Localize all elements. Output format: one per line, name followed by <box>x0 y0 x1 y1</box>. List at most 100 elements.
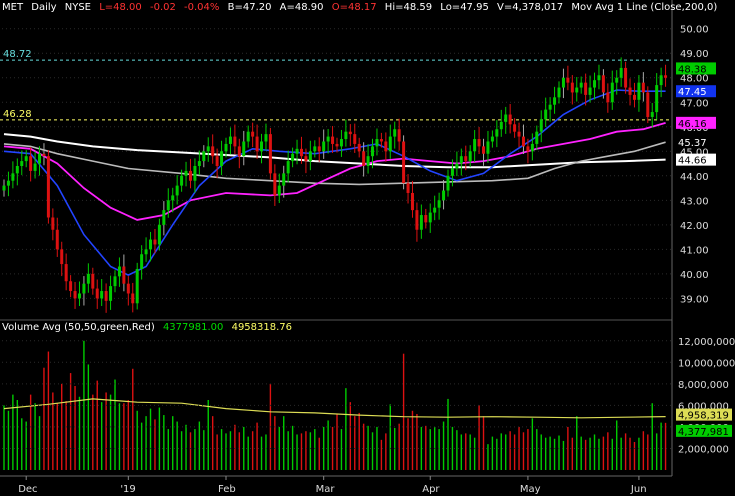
candle-body[interactable] <box>135 268 139 304</box>
candle[interactable] <box>650 102 654 128</box>
candle-body[interactable] <box>610 82 614 103</box>
candle-body[interactable] <box>82 283 86 294</box>
candle-body[interactable] <box>419 215 423 230</box>
candle-body[interactable] <box>459 156 463 164</box>
candle[interactable] <box>282 165 286 198</box>
candle-body[interactable] <box>619 67 623 78</box>
candle[interactable] <box>384 132 388 162</box>
candle[interactable] <box>228 127 232 155</box>
candle[interactable] <box>339 129 343 157</box>
candle[interactable] <box>64 253 68 291</box>
candle-body[interactable] <box>530 143 534 152</box>
candle-body[interactable] <box>73 291 77 299</box>
candle[interactable] <box>446 169 450 197</box>
candle[interactable] <box>539 110 543 143</box>
candle[interactable] <box>628 78 632 106</box>
candle-body[interactable] <box>260 141 264 152</box>
candle[interactable] <box>157 218 161 251</box>
candle-body[interactable] <box>521 136 525 147</box>
candle-body[interactable] <box>624 67 628 88</box>
candle-body[interactable] <box>153 239 157 245</box>
candle[interactable] <box>499 109 503 137</box>
candle-body[interactable] <box>140 254 144 269</box>
candle-body[interactable] <box>566 77 570 83</box>
candle-body[interactable] <box>11 173 15 181</box>
candle[interactable] <box>637 75 641 112</box>
candle[interactable] <box>11 161 15 189</box>
candle-body[interactable] <box>402 141 406 184</box>
candle[interactable] <box>588 75 592 103</box>
candle-body[interactable] <box>24 156 28 162</box>
candle-body[interactable] <box>557 87 561 98</box>
candle-body[interactable] <box>366 156 370 166</box>
candle-body[interactable] <box>561 77 565 88</box>
candle[interactable] <box>60 241 64 277</box>
candle-body[interactable] <box>579 82 583 88</box>
candle[interactable] <box>477 127 481 154</box>
candle[interactable] <box>69 275 73 298</box>
candle-body[interactable] <box>597 75 601 81</box>
candle[interactable] <box>641 72 645 102</box>
candle[interactable] <box>530 133 534 161</box>
candle[interactable] <box>664 64 668 87</box>
candle-body[interactable] <box>180 175 184 186</box>
candle-body[interactable] <box>42 153 46 157</box>
candle-body[interactable] <box>215 156 219 166</box>
candle[interactable] <box>82 276 86 306</box>
candle-body[interactable] <box>100 291 104 299</box>
candle-body[interactable] <box>166 200 170 211</box>
candle-body[interactable] <box>282 173 286 186</box>
candle-body[interactable] <box>295 148 299 154</box>
candle-body[interactable] <box>504 114 508 122</box>
candle-body[interactable] <box>659 75 663 86</box>
candle-body[interactable] <box>464 156 468 162</box>
candle-body[interactable] <box>544 109 548 120</box>
candle[interactable] <box>597 64 601 90</box>
candle[interactable] <box>575 77 579 102</box>
candle[interactable] <box>513 118 517 138</box>
candle[interactable] <box>251 122 255 148</box>
candle[interactable] <box>206 137 210 162</box>
candle[interactable] <box>490 130 494 148</box>
candle[interactable] <box>410 180 414 218</box>
candle[interactable] <box>415 202 419 242</box>
candle-body[interactable] <box>632 94 636 100</box>
candle[interactable] <box>95 279 99 309</box>
candle-body[interactable] <box>641 82 645 93</box>
candle[interactable] <box>548 97 552 122</box>
candle-body[interactable] <box>326 136 330 142</box>
candle-body[interactable] <box>109 286 113 301</box>
candle[interactable] <box>117 257 121 287</box>
candle[interactable] <box>566 65 570 91</box>
candle[interactable] <box>188 158 192 189</box>
candle-body[interactable] <box>144 249 148 255</box>
candle[interactable] <box>233 124 237 154</box>
candle-body[interactable] <box>6 180 10 186</box>
candle-body[interactable] <box>308 151 312 162</box>
candle[interactable] <box>632 82 636 108</box>
candle-body[interactable] <box>450 168 454 176</box>
candle-body[interactable] <box>477 139 481 147</box>
candle[interactable] <box>20 150 24 176</box>
candle-body[interactable] <box>575 87 579 93</box>
candle[interactable] <box>273 164 277 206</box>
candle-body[interactable] <box>2 185 6 191</box>
candle[interactable] <box>570 75 574 105</box>
candle-body[interactable] <box>615 77 619 83</box>
candle[interactable] <box>55 217 59 257</box>
candle-body[interactable] <box>211 146 215 157</box>
candle-body[interactable] <box>495 129 499 137</box>
candle[interactable] <box>220 140 224 176</box>
candle-body[interactable] <box>224 143 228 152</box>
candle-body[interactable] <box>513 124 517 132</box>
candle-body[interactable] <box>446 175 450 191</box>
candle-body[interactable] <box>322 141 326 152</box>
candle[interactable] <box>659 67 663 98</box>
candle-body[interactable] <box>428 212 432 223</box>
candle-body[interactable] <box>508 114 512 125</box>
candle-body[interactable] <box>628 87 632 95</box>
candle-body[interactable] <box>424 215 428 223</box>
candle[interactable] <box>331 126 335 154</box>
candle-body[interactable] <box>91 273 95 289</box>
candle[interactable] <box>579 76 583 94</box>
